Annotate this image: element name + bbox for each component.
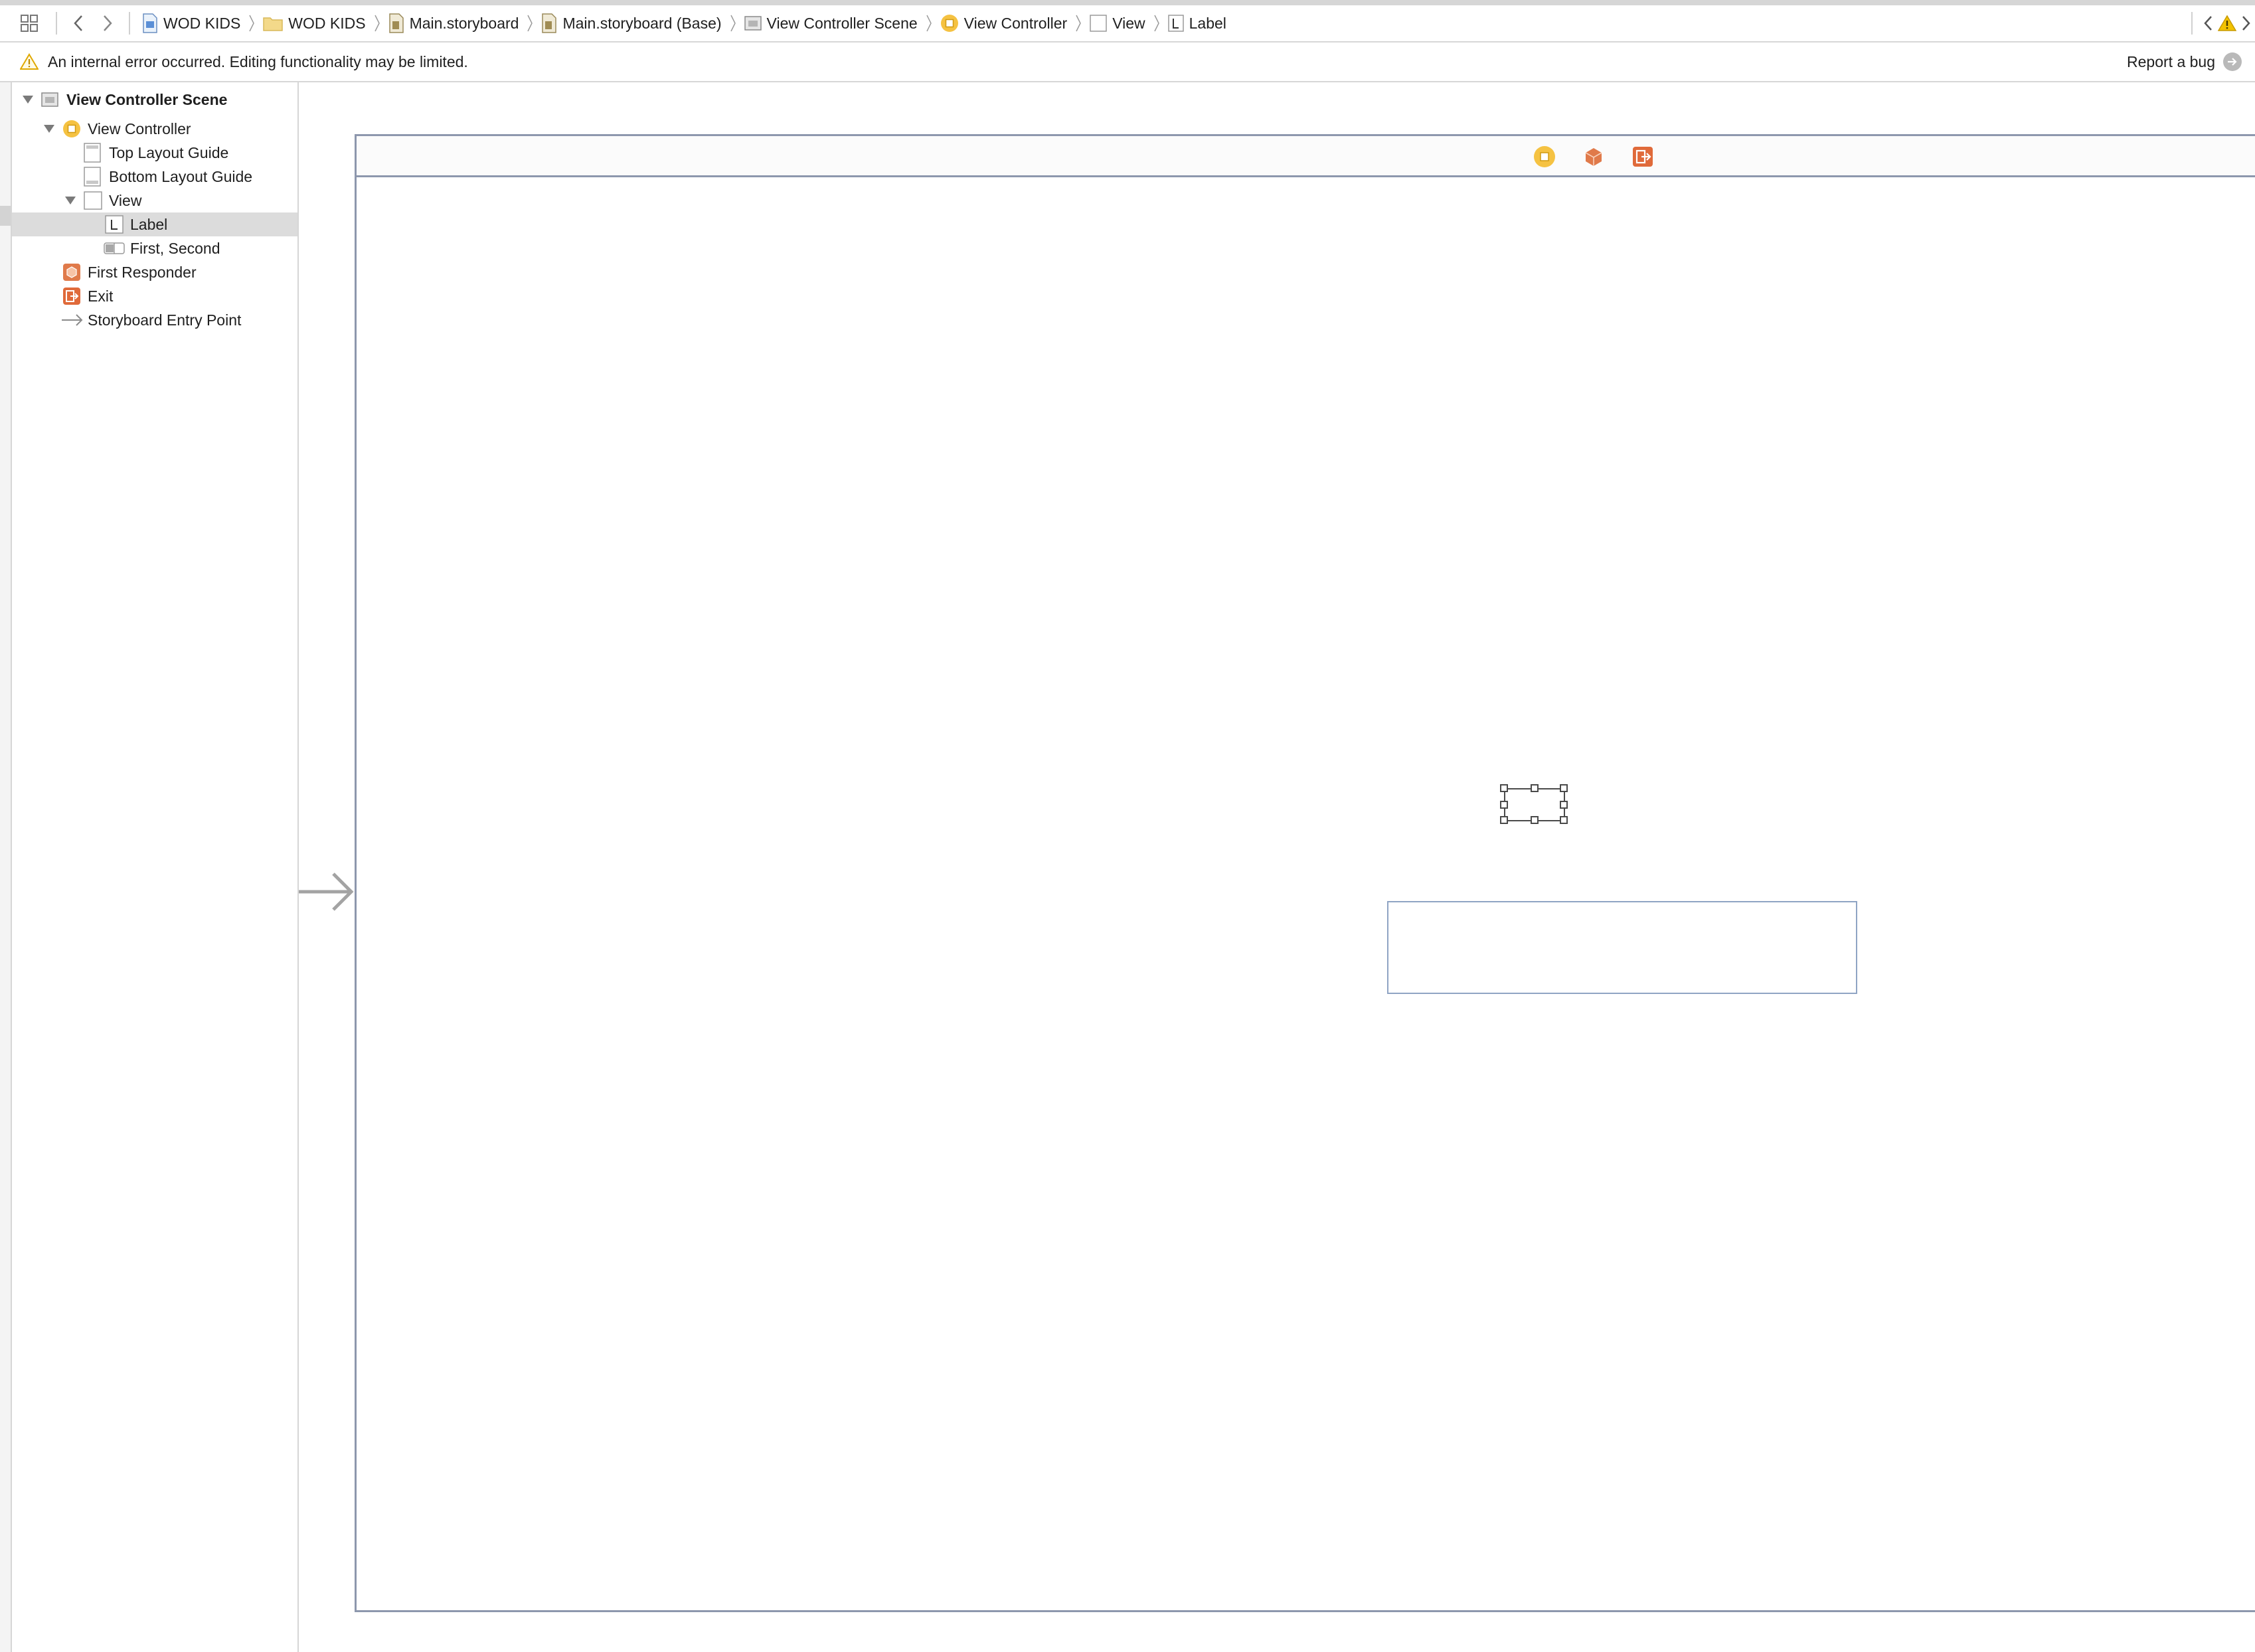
navigator-edge bbox=[0, 82, 12, 1652]
chevron-right-icon bbox=[1072, 14, 1084, 33]
breadcrumb-label[interactable]: Label bbox=[1167, 15, 1226, 33]
label-icon bbox=[105, 215, 124, 234]
issue-navigator-controls bbox=[2185, 5, 2255, 41]
breadcrumb-view-controller[interactable]: View Controller bbox=[940, 14, 1067, 33]
folder-icon bbox=[263, 15, 284, 31]
chevron-right-icon bbox=[727, 14, 739, 33]
storyboard-entry-arrow[interactable] bbox=[299, 870, 355, 914]
breadcrumb-project[interactable]: WOD KIDS bbox=[142, 13, 240, 33]
exit-icon bbox=[62, 287, 81, 305]
resize-handle-right[interactable] bbox=[1560, 801, 1568, 809]
warning-icon bbox=[20, 53, 39, 70]
outline-item-first-responder[interactable]: First Responder bbox=[12, 260, 297, 284]
resize-handle-top-left[interactable] bbox=[1500, 784, 1508, 792]
chevron-right-icon bbox=[371, 14, 383, 33]
document-outline: View Controller Scene View Controller To… bbox=[12, 82, 299, 1652]
view-controller-icon bbox=[62, 120, 81, 138]
first-responder-icon bbox=[62, 263, 81, 282]
toolbar-divider bbox=[129, 12, 130, 35]
outline-item-exit[interactable]: Exit bbox=[12, 284, 297, 308]
outline-item-label[interactable]: Label bbox=[12, 212, 297, 236]
chevron-right-icon bbox=[923, 14, 935, 33]
view-icon bbox=[1090, 15, 1107, 32]
storyboard-file-icon bbox=[541, 13, 557, 33]
entry-point-arrow-icon bbox=[61, 313, 84, 327]
chevron-right-icon bbox=[1151, 14, 1163, 33]
error-message: An internal error occurred. Editing func… bbox=[48, 52, 468, 70]
resize-handle-top-right[interactable] bbox=[1560, 784, 1568, 792]
go-back-button[interactable] bbox=[64, 10, 93, 37]
go-forward-button[interactable] bbox=[93, 10, 122, 37]
empty-view-element[interactable] bbox=[1387, 901, 1857, 994]
resize-handle-left[interactable] bbox=[1500, 801, 1508, 809]
resize-handle-bottom-right[interactable] bbox=[1560, 816, 1568, 824]
chevron-right-icon bbox=[2242, 16, 2250, 31]
resize-handle-top[interactable] bbox=[1531, 784, 1539, 792]
navigator-edge-marker bbox=[0, 206, 11, 226]
chevron-right-icon bbox=[524, 14, 536, 33]
disclosure-triangle-icon[interactable] bbox=[42, 122, 56, 135]
toolbar-divider bbox=[2191, 12, 2193, 35]
window-top-strip bbox=[0, 0, 2255, 5]
toolbar-divider bbox=[56, 12, 57, 35]
breadcrumb-storyboard-base[interactable]: Main.storyboard (Base) bbox=[541, 13, 722, 33]
related-items-button[interactable] bbox=[9, 10, 49, 37]
view-icon bbox=[84, 191, 102, 210]
arrow-right-circle-icon bbox=[2223, 52, 2242, 71]
outline-item-view-controller-scene[interactable]: View Controller Scene bbox=[12, 88, 297, 112]
outline-item-segmented-control[interactable]: First, Second bbox=[12, 236, 297, 260]
outline-item-bottom-layout-guide[interactable]: Bottom Layout Guide bbox=[12, 165, 297, 189]
resize-handle-bottom-left[interactable] bbox=[1500, 816, 1508, 824]
disclosure-triangle-icon[interactable] bbox=[64, 194, 77, 207]
exit-icon[interactable] bbox=[1631, 145, 1654, 168]
layout-guide-icon bbox=[84, 143, 101, 163]
breadcrumb-group[interactable]: WOD KIDS bbox=[263, 15, 366, 33]
view-controller-icon bbox=[940, 14, 959, 33]
breadcrumb-storyboard[interactable]: Main.storyboard bbox=[388, 13, 519, 33]
scene-dock bbox=[357, 136, 2255, 177]
outline-item-top-layout-guide[interactable]: Top Layout Guide bbox=[12, 141, 297, 165]
selected-label[interactable] bbox=[1500, 784, 1568, 824]
view-controller-icon[interactable] bbox=[1533, 145, 1556, 168]
issue-warning-button[interactable] bbox=[2216, 10, 2238, 37]
report-bug-label: Report a bug bbox=[2127, 52, 2215, 70]
grid-icon bbox=[21, 15, 38, 32]
chevron-right-icon bbox=[104, 15, 112, 31]
jump-bar: WOD KIDS WOD KIDS Main.storyboard Main.s… bbox=[0, 5, 2255, 42]
outline-item-storyboard-entry-point[interactable]: Storyboard Entry Point bbox=[12, 308, 297, 332]
breadcrumb-scene[interactable]: View Controller Scene bbox=[744, 15, 918, 33]
warning-icon bbox=[2218, 15, 2236, 31]
report-bug-button[interactable]: Report a bug bbox=[2127, 42, 2242, 81]
storyboard-file-icon bbox=[388, 13, 404, 33]
scene-icon bbox=[41, 92, 58, 108]
breadcrumb: WOD KIDS WOD KIDS Main.storyboard Main.s… bbox=[142, 13, 1226, 33]
storyboard-canvas[interactable] bbox=[299, 82, 2255, 1652]
chevron-left-icon bbox=[2204, 16, 2212, 31]
layout-guide-icon bbox=[84, 167, 101, 187]
label-icon bbox=[1167, 15, 1184, 32]
next-issue-button[interactable] bbox=[2238, 10, 2255, 37]
error-banner: An internal error occurred. Editing func… bbox=[0, 42, 2255, 82]
view-controller-scene[interactable] bbox=[355, 134, 2255, 1612]
breadcrumb-view[interactable]: View bbox=[1090, 15, 1145, 33]
previous-issue-button[interactable] bbox=[2199, 10, 2216, 37]
project-file-icon bbox=[142, 13, 158, 33]
outline-item-view-controller[interactable]: View Controller bbox=[12, 117, 297, 141]
chevron-left-icon bbox=[74, 15, 82, 31]
segmented-control-icon bbox=[104, 241, 125, 256]
disclosure-triangle-icon[interactable] bbox=[21, 93, 35, 106]
outline-item-view[interactable]: View bbox=[12, 189, 297, 212]
resize-handle-bottom[interactable] bbox=[1531, 816, 1539, 824]
scene-icon bbox=[744, 15, 762, 31]
first-responder-icon[interactable] bbox=[1582, 145, 1605, 168]
chevron-right-icon bbox=[246, 14, 258, 33]
